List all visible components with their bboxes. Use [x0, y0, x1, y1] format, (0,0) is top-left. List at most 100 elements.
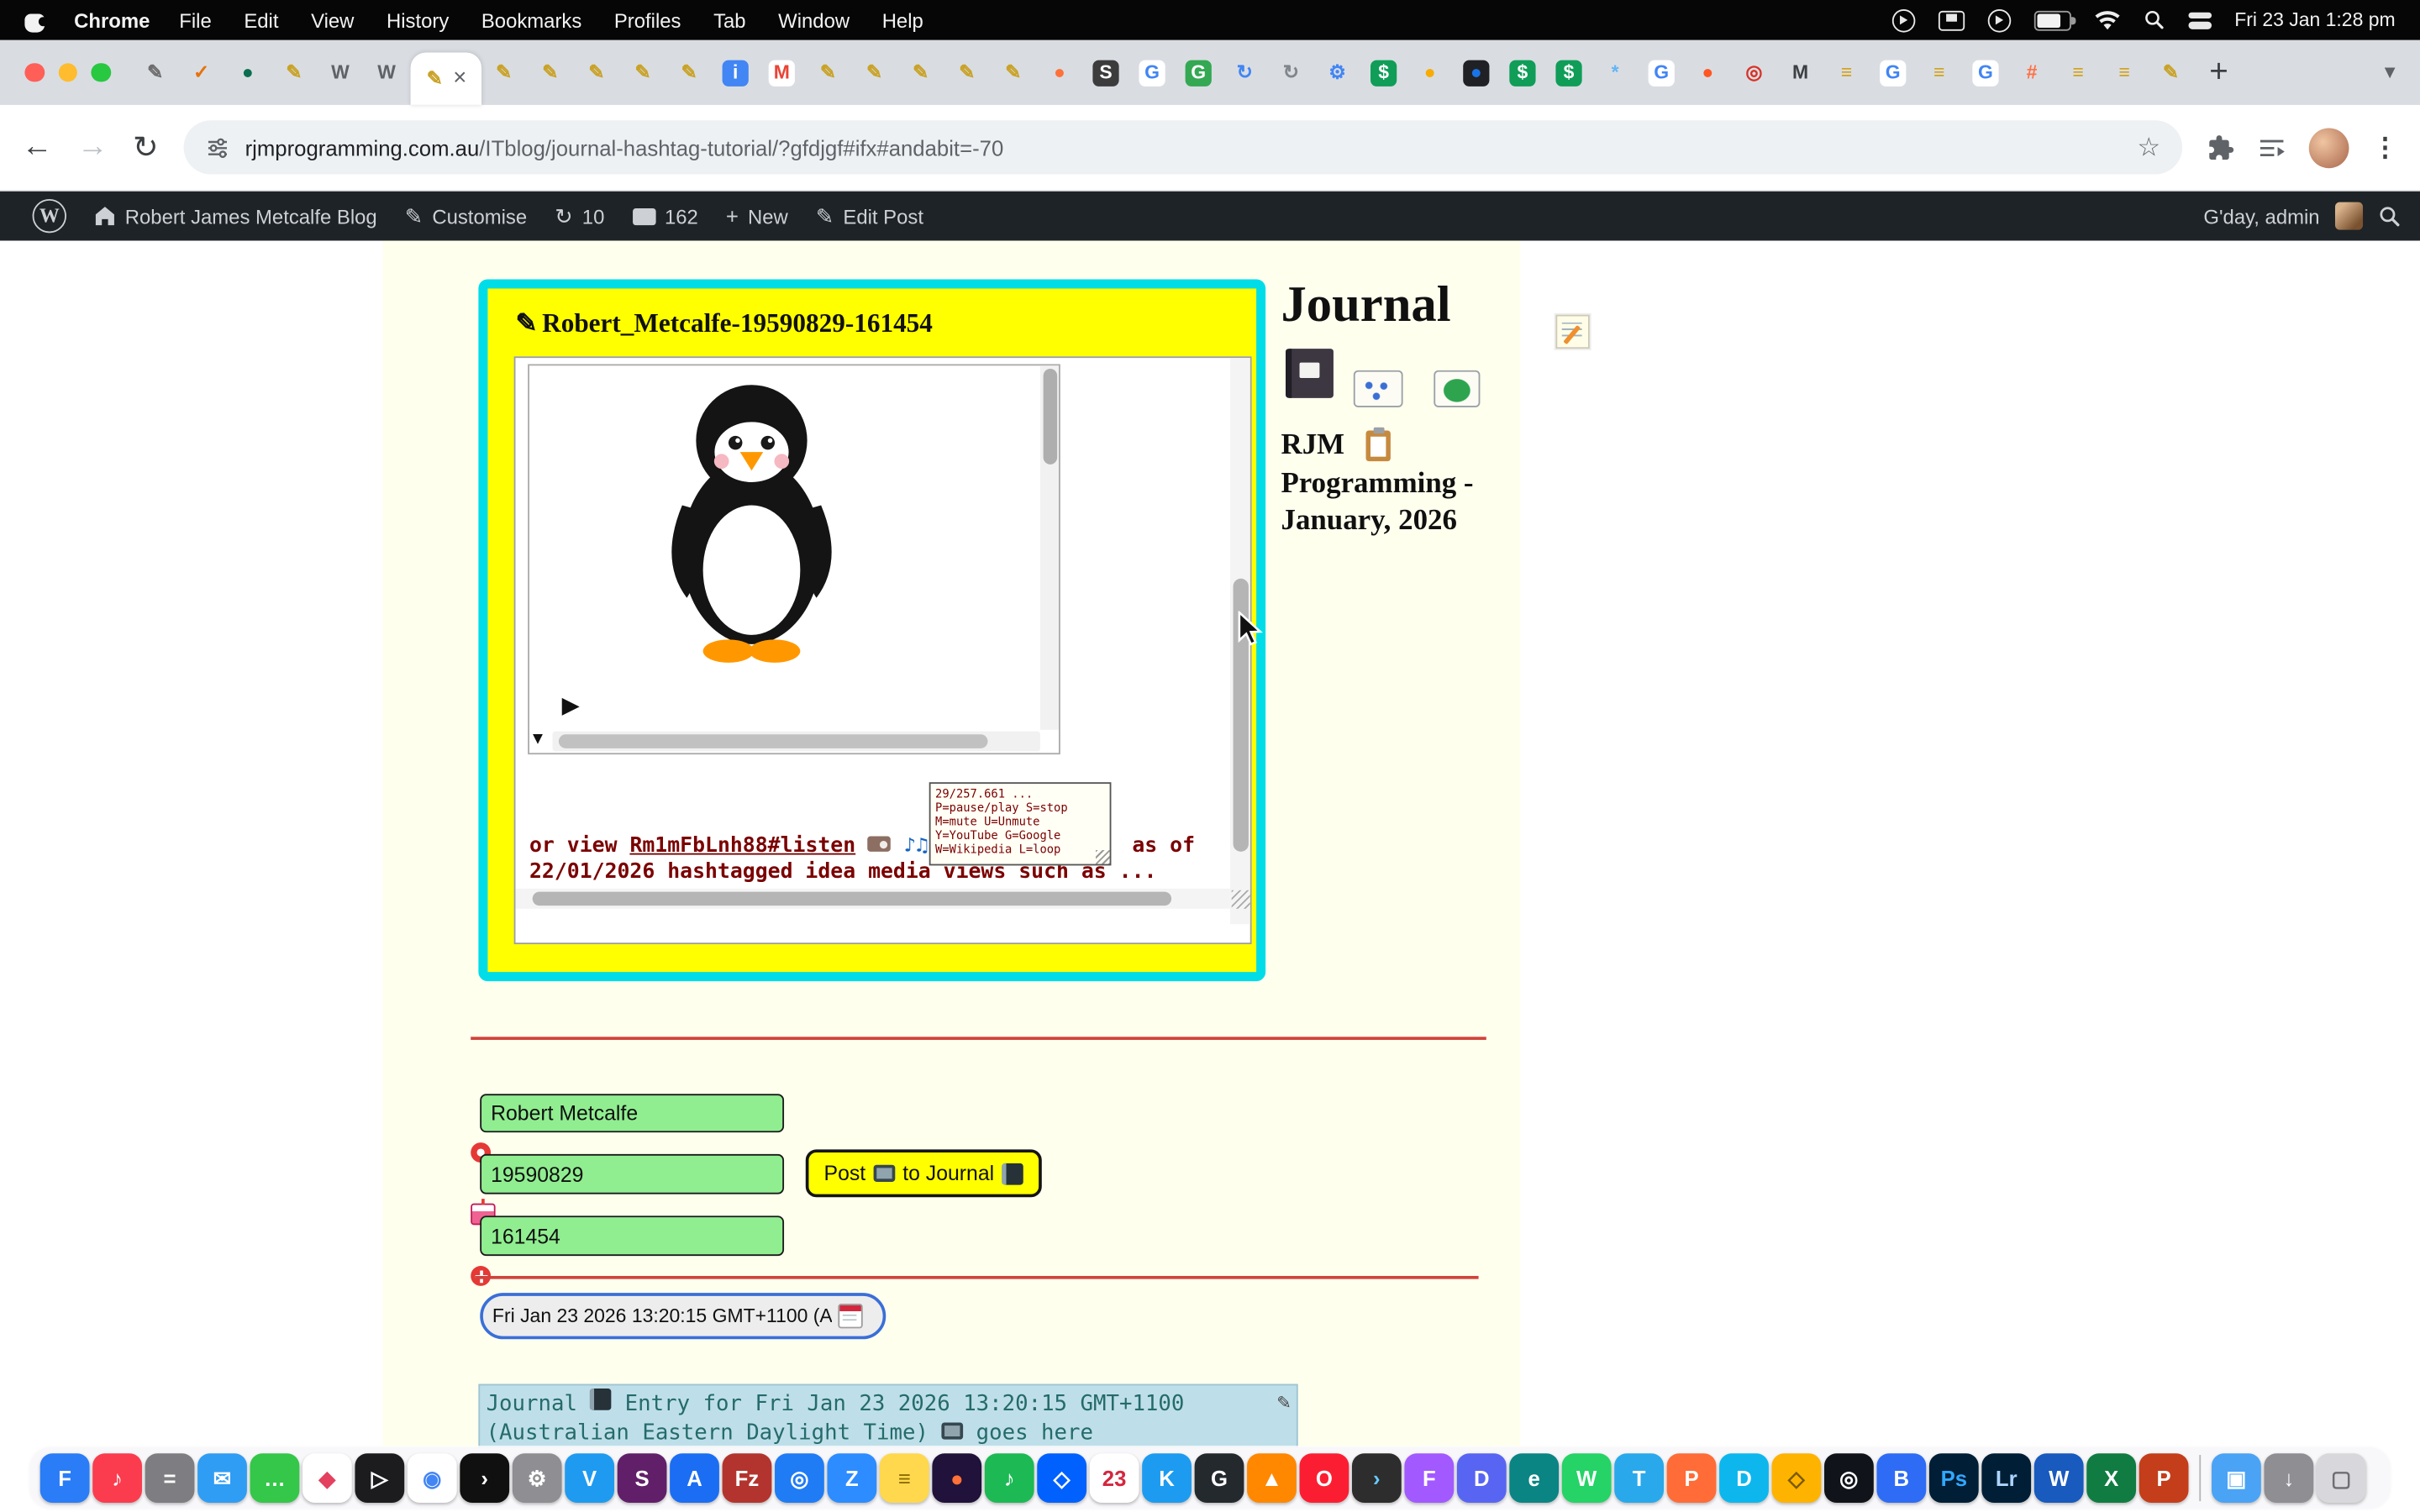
pencil-gold-tab[interactable]: ✎	[271, 40, 317, 105]
close-window-button[interactable]	[24, 63, 44, 82]
tv[interactable]: ▷	[355, 1453, 404, 1503]
address-bar[interactable]: rjmprogramming.com.au/ITblog/journal-has…	[183, 120, 2182, 174]
trash[interactable]: ▢	[2317, 1453, 2366, 1503]
figma[interactable]: F	[1404, 1453, 1454, 1503]
postman[interactable]: P	[1667, 1453, 1717, 1503]
site-info-icon[interactable]	[205, 135, 229, 160]
music[interactable]: ♪	[92, 1453, 142, 1503]
calendar[interactable]: 23	[1090, 1453, 1139, 1503]
menubar-menu-item[interactable]: Window	[778, 8, 850, 32]
new-content-menu[interactable]: + New	[712, 192, 802, 241]
photos[interactable]: ◆	[302, 1453, 352, 1503]
green-circle-tab[interactable]: ●	[224, 40, 271, 105]
word[interactable]: W	[2034, 1453, 2084, 1503]
flame-tab[interactable]: ●	[1685, 40, 1731, 105]
menubar-menu-item[interactable]: History	[387, 8, 449, 32]
finder[interactable]: F	[40, 1453, 90, 1503]
iterm[interactable]: ›	[1352, 1453, 1402, 1503]
admin-search-icon[interactable]	[2378, 204, 2402, 228]
photoshop[interactable]: Ps	[1929, 1453, 1979, 1503]
name-input[interactable]	[480, 1094, 784, 1132]
maximize-window-button[interactable]	[91, 63, 110, 82]
comments-menu[interactable]: 162	[618, 192, 712, 241]
post-to-journal-button[interactable]: Post to Journal	[806, 1149, 1042, 1197]
firefox[interactable]: ●	[932, 1453, 981, 1503]
slack[interactable]: S	[618, 1453, 667, 1503]
notes[interactable]: ≡	[880, 1453, 929, 1503]
settings-tab[interactable]: ⚙	[1314, 40, 1360, 105]
app-store[interactable]: A	[670, 1453, 719, 1503]
powerpoint[interactable]: P	[2139, 1453, 2189, 1503]
menubar-menu-item[interactable]: View	[311, 8, 354, 32]
tab-search-chevron-icon[interactable]: ▾	[2385, 59, 2396, 85]
menubar-menu-item[interactable]: Edit	[244, 8, 278, 32]
whatsapp[interactable]: W	[1562, 1453, 1612, 1503]
telegram[interactable]: T	[1614, 1453, 1664, 1503]
pencil-gold-tab[interactable]: ✎	[851, 40, 897, 105]
resize-grip[interactable]	[1232, 890, 1250, 909]
orange-circle-tab[interactable]: ●	[1036, 40, 1082, 105]
dropdown-arrow-icon[interactable]: ▼	[529, 730, 546, 748]
google-tab[interactable]: G	[1129, 40, 1176, 105]
pencil-gold-tab[interactable]: ✎	[619, 40, 666, 105]
target-tab[interactable]: ◎	[1731, 40, 1777, 105]
frame-vertical-scrollbar[interactable]	[1040, 365, 1059, 729]
downloads[interactable]: ↓	[2264, 1453, 2313, 1503]
admin-avatar[interactable]	[2335, 202, 2363, 230]
dollar-green-tab[interactable]: $	[1360, 40, 1407, 105]
site-name-menu[interactable]: Robert James Metcalfe Blog	[81, 192, 392, 241]
profile-avatar[interactable]	[2309, 128, 2349, 168]
vscode[interactable]: V	[565, 1453, 614, 1503]
url-text[interactable]: rjmprogramming.com.au/ITblog/journal-has…	[245, 135, 1004, 160]
datetime-field[interactable]: Fri Jan 23 2026 13:20:15 GMT+1100 (A	[480, 1293, 886, 1339]
panel-horizontal-scrollbar[interactable]	[515, 889, 1229, 909]
input-source-icon[interactable]	[1939, 10, 1965, 30]
play-button[interactable]: ▶	[562, 691, 580, 719]
stack-gold-tab[interactable]: ≡	[2055, 40, 2102, 105]
menubar-clock[interactable]: Fri 23 Jan 1:28 pm	[2234, 9, 2395, 31]
google-tab[interactable]: G	[1639, 40, 1685, 105]
minimize-window-button[interactable]	[58, 63, 77, 82]
menubar-menu-item[interactable]: Tab	[713, 8, 746, 32]
pencil-gold-tab[interactable]: ✎	[481, 40, 527, 105]
navy-dot-tab[interactable]: ●	[1453, 40, 1499, 105]
listen-link[interactable]: Rm1mFbLnh88#listen	[629, 833, 855, 858]
mini-widget-icon-2[interactable]	[1434, 370, 1480, 407]
gmail-tab[interactable]: M	[759, 40, 805, 105]
frame-horizontal-scrollbar[interactable]	[553, 732, 1040, 752]
wifi-icon[interactable]	[2094, 10, 2120, 30]
reload-button[interactable]: ↻	[133, 128, 159, 166]
github[interactable]: G	[1195, 1453, 1244, 1503]
now-playing-icon[interactable]	[1891, 8, 1915, 32]
dropbox[interactable]: ◇	[1037, 1453, 1086, 1503]
extensions-puzzle-icon[interactable]	[2207, 134, 2235, 161]
m-dark-tab[interactable]: M	[1777, 40, 1823, 105]
menubar-app-name[interactable]: Chrome	[74, 8, 150, 32]
chrome[interactable]: ◉	[408, 1453, 457, 1503]
green-g-tab[interactable]: G	[1176, 40, 1222, 105]
obs[interactable]: ◎	[1824, 1453, 1874, 1503]
new-tab-button[interactable]: +	[2209, 54, 2228, 91]
back-button[interactable]: ←	[22, 129, 53, 165]
calculator[interactable]: =	[145, 1453, 195, 1503]
scrollbar-thumb[interactable]	[533, 892, 1171, 906]
dollar-green-tab[interactable]: $	[1545, 40, 1591, 105]
stack-gold-tab[interactable]: ≡	[1916, 40, 1962, 105]
control-center-icon[interactable]	[2188, 12, 2212, 29]
menubar-menu-item[interactable]: Help	[882, 8, 923, 32]
journal-book-icon[interactable]	[1286, 349, 1334, 398]
updates-menu[interactable]: ↻ 10	[541, 192, 618, 241]
mini-widget-icon-1[interactable]	[1354, 370, 1403, 407]
dollar-green-tab[interactable]: $	[1499, 40, 1545, 105]
asterisk-tab[interactable]: *	[1592, 40, 1639, 105]
media-controls-icon[interactable]	[2258, 135, 2286, 160]
menubar-menu-item[interactable]: Bookmarks	[481, 8, 581, 32]
docker[interactable]: D	[1719, 1453, 1769, 1503]
menubar-menu-item[interactable]: Profiles	[614, 8, 681, 32]
system-settings[interactable]: ⚙	[513, 1453, 562, 1503]
menubar-menu-item[interactable]: File	[179, 8, 211, 32]
pencil-gold-tab[interactable]: ✎	[990, 40, 1036, 105]
pencil-gold-tab[interactable]: ✎	[573, 40, 619, 105]
messages[interactable]: …	[250, 1453, 300, 1503]
wp-logo-menu[interactable]: W	[18, 192, 80, 241]
